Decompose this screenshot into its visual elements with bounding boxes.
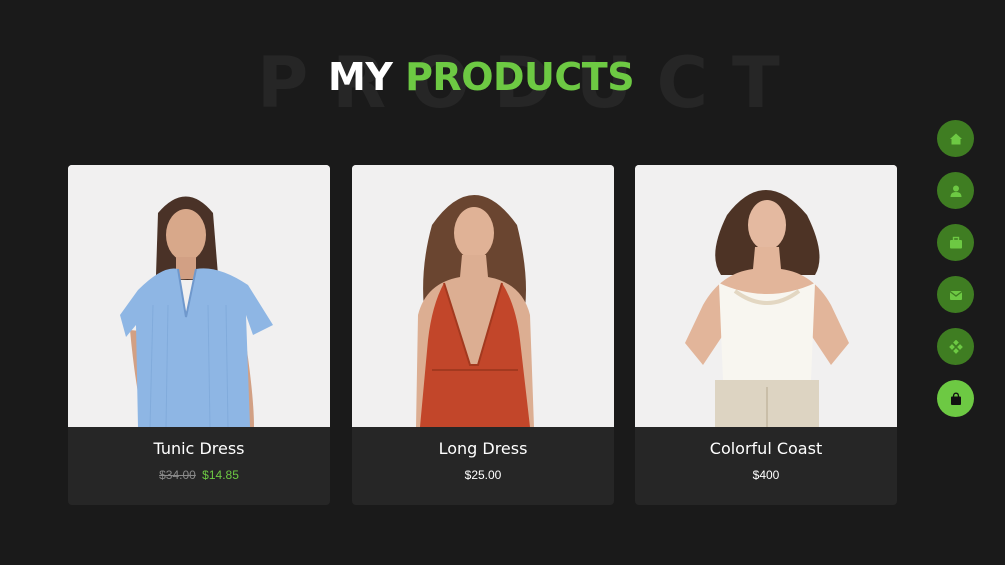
price: $400 [752,468,780,482]
nav-about-button[interactable] [937,172,974,209]
shopping-bag-icon [950,392,961,405]
home-icon [949,133,962,144]
product-name[interactable]: Colorful Coast [635,439,897,458]
section-heading: PRODUCT MY PRODUCTS [0,40,900,120]
sale-price: $14.85 [202,468,239,482]
product-card[interactable]: Long Dress $25.00 [352,165,614,505]
product-card[interactable]: Colorful Coast $400 [635,165,897,505]
product-name[interactable]: Long Dress [352,439,614,458]
user-icon [950,185,961,197]
price-line: $25.00 [352,468,614,482]
product-info: Colorful Coast $400 [635,427,897,505]
nav-shop-button[interactable] [937,380,974,417]
page-title-green: PRODUCTS [405,55,635,99]
nav-contact-button[interactable] [937,276,974,313]
price: $25.00 [464,468,502,482]
page-title: MY PRODUCTS [328,55,635,99]
page-title-white: MY [328,55,393,99]
side-nav [937,120,975,432]
nav-services-button[interactable] [937,328,974,365]
price-line: $34.00 $14.85 [68,468,330,482]
product-image[interactable] [635,165,897,427]
product-name[interactable]: Tunic Dress [68,439,330,458]
envelope-icon [949,290,962,300]
product-image[interactable] [68,165,330,427]
grid-diamond-icon [948,339,963,354]
price-line: $400 [635,468,897,482]
nav-home-button[interactable] [937,120,974,157]
product-card[interactable]: Tunic Dress $34.00 $14.85 [68,165,330,505]
briefcase-icon [949,236,962,248]
nav-portfolio-button[interactable] [937,224,974,261]
product-info: Tunic Dress $34.00 $14.85 [68,427,330,505]
original-price: $34.00 [159,468,196,482]
product-info: Long Dress $25.00 [352,427,614,505]
product-image[interactable] [352,165,614,427]
